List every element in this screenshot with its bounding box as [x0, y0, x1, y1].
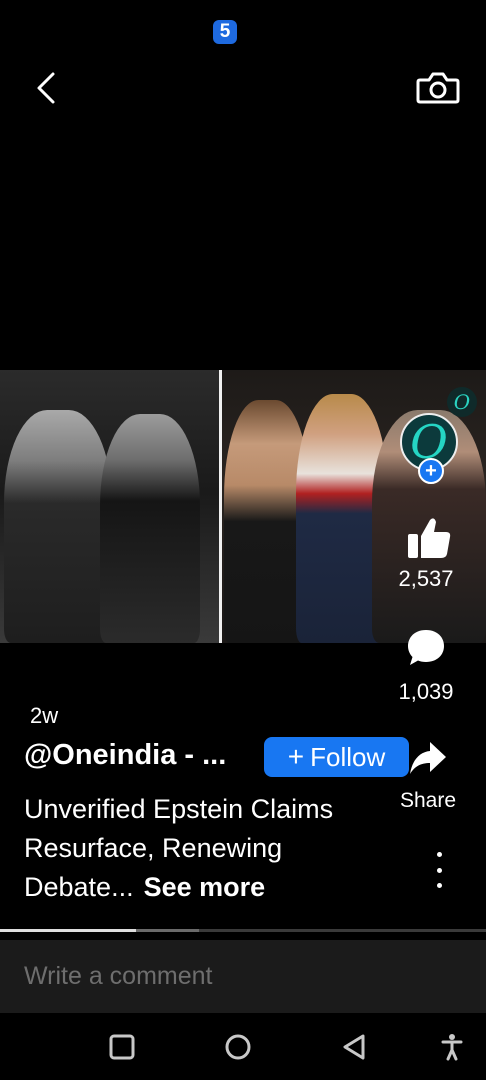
system-nav-bar: [0, 1013, 486, 1080]
recents-button[interactable]: [104, 1030, 140, 1064]
author-name[interactable]: @Oneindia - ...: [24, 739, 226, 772]
camera-icon: [416, 72, 460, 104]
square-icon: [109, 1034, 135, 1060]
comment-count: 1,039: [398, 679, 454, 704]
avatar-follow-plus-icon[interactable]: +: [418, 458, 444, 484]
status-badge: 5: [213, 20, 237, 44]
watermark-logo: O: [447, 387, 477, 417]
post-caption[interactable]: Unverified Epstein Claims Resurface, Ren…: [24, 790, 384, 907]
photo-left: [0, 370, 219, 643]
plus-icon: +: [287, 741, 305, 772]
comment-bar: [0, 940, 486, 1013]
photo-right: [222, 370, 486, 643]
camera-button[interactable]: [412, 66, 464, 110]
comment-bubble-icon: [408, 630, 444, 665]
like-button[interactable]: [406, 516, 452, 560]
share-button[interactable]: [408, 738, 448, 778]
accessibility-icon: [441, 1034, 463, 1061]
video-progress-bar[interactable]: [0, 929, 486, 932]
more-options-button[interactable]: [428, 852, 450, 888]
chevron-left-icon: [37, 72, 55, 104]
more-dot-icon: [436, 883, 442, 888]
back-nav-button[interactable]: [336, 1030, 372, 1064]
follow-button[interactable]: + Follow: [264, 737, 409, 777]
circle-icon: [225, 1034, 251, 1060]
comment-input[interactable]: [24, 958, 464, 994]
back-button[interactable]: [26, 66, 66, 110]
accessibility-button[interactable]: [434, 1030, 470, 1064]
post-time: 2w: [30, 703, 59, 728]
thumbs-up-icon: [408, 518, 451, 558]
see-more-link[interactable]: See more: [144, 872, 266, 902]
follow-label: Follow: [310, 741, 386, 772]
more-dot-icon: [436, 867, 442, 873]
progress-fill: [0, 929, 137, 932]
triangle-back-icon: [343, 1034, 365, 1060]
more-dot-icon: [436, 852, 442, 857]
share-label[interactable]: Share: [388, 789, 468, 813]
post-media[interactable]: [0, 370, 486, 643]
comment-button[interactable]: [405, 627, 447, 669]
share-arrow-icon: [410, 742, 446, 774]
home-button[interactable]: [220, 1030, 256, 1064]
like-count: 2,537: [398, 566, 454, 591]
